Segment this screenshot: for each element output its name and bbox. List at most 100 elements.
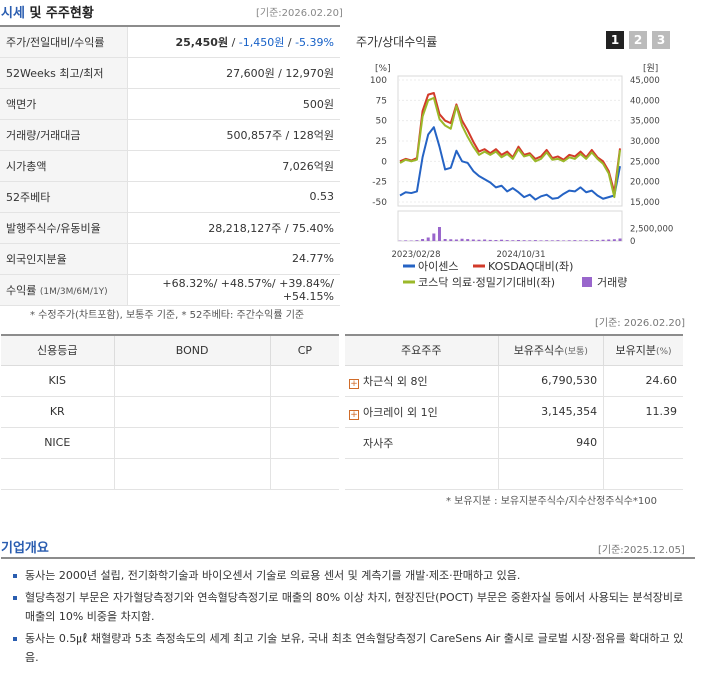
current-price: 25,450원 [175,35,229,49]
left-tick-label: -25 [372,178,387,188]
volume-bar [505,240,509,241]
rating-agency: KIS [1,365,115,397]
row-label: 거래량/거래대금 [0,119,128,151]
list-item: 혈당측정기 부문은 자가혈당측정기와 연속혈당측정기로 매출의 80% 이상 차… [11,588,685,626]
volume-bar [528,240,532,241]
volume-bar [567,240,571,241]
legend-label: 코스닥 의료·정밀기기대비(좌) [418,276,555,289]
legend-label: KOSDAQ대비(좌) [488,260,573,273]
volume-bar [449,239,453,241]
credit-rating-table: 신용등급 BOND CP KIS KR NICE [1,334,339,490]
chart-tab-2[interactable]: 2 [629,31,647,49]
volume-bar [595,240,599,241]
right-tick-label: 30,000 [630,137,660,147]
table-row: 52Weeks 최고/최저 27,600원 / 12,970원 [0,57,340,89]
left-axis-unit: [%] [375,64,391,74]
row-value: 24.77% [127,243,340,275]
row-label: 52Weeks 최고/최저 [0,57,128,89]
table-row: KR [1,396,339,428]
table-row [1,458,339,490]
row-label: 시가총액 [0,150,128,182]
holder-pct [603,427,683,459]
volume-bar [516,240,520,241]
volume-bar [421,239,425,241]
series-line [399,126,621,201]
expand-icon[interactable]: + [349,378,359,389]
volume-bar [590,240,594,241]
volume-bar [584,240,588,241]
column-header: 주요주주 [345,334,499,366]
volume-bar [500,239,504,241]
holders-footnote: * 보유지분 : 보유지분주식수/지수산정주식수*100 [446,496,657,507]
volume-bar [460,238,464,241]
chart-tab-1[interactable]: 1 [606,31,624,49]
volume-bars [398,227,622,241]
legend-label: 거래량 [597,276,627,289]
row-value: 500원 [127,88,340,120]
quote-header: 시세 및 주주현황 [기준:2026.02.20] [0,0,345,22]
right-tick-label: 35,000 [630,117,660,127]
table-row[interactable]: + 아크레이 외 1인 3,145,354 11.39 [345,396,683,428]
table-header-row: 주요주주 보유주식수(보통) 보유지분(%) [345,334,683,366]
volume-bar [545,240,549,241]
volume-bar [466,239,470,241]
price-chart: [%] [원] 100 75 50 25 0 -25 -50 45,000 40,000 35,000… [370,63,673,289]
volume-bar [601,239,605,241]
table-row: NICE [1,427,339,459]
volume-bar [454,239,458,241]
x-tick-label: 2023/02/28 [392,250,441,260]
volume-bar [432,233,436,241]
volume-bar [443,239,447,241]
volume-bar [539,240,543,241]
right-tick-label: 15,000 [630,198,660,208]
volume-tick-label: 0 [630,237,635,247]
volume-bar [556,240,560,241]
volume-bar [522,240,526,241]
table-row: KIS [1,365,339,397]
row-label: 주가/전일대비/수익률 [0,25,128,58]
cp-rating [270,396,339,428]
list-item: 동사는 0.5㎕ 채혈량과 5초 측정속도의 세계 최고 기술 보유, 국내 최… [11,629,685,667]
company-base-date: [기준:2025.12.05] [598,545,685,556]
table-row: 자사주 940 [345,427,683,459]
row-label: 52주베타 [0,181,128,213]
row-label: 액면가 [0,88,128,120]
left-tick-label: 75 [376,96,387,106]
holder-shares: 6,790,530 [498,365,605,397]
left-tick-label: 50 [376,117,388,127]
holder-shares: 940 [498,427,605,459]
expand-icon[interactable]: + [349,409,359,420]
legend-swatch [582,277,592,287]
table-row[interactable]: + 차근식 외 8인 6,790,530 24.60 [345,365,683,397]
table-row: 거래량/거래대금 500,857주 / 128억원 [0,119,340,151]
holder-name[interactable]: + 아크레이 외 1인 [345,396,499,428]
bond-rating [114,365,271,397]
price-change-pct: -5.39% [295,35,334,49]
holder-name[interactable]: + 차근식 외 8인 [345,365,499,397]
row-label: 발행주식수/유동비율 [0,212,128,244]
volume-bar [404,240,408,241]
left-tick-label: 0 [381,157,387,167]
volume-bar [488,239,492,241]
table-row: 수익률 (1M/3M/6M/1Y) +68.32%/ +48.57%/ +39.… [0,274,340,306]
list-item: 동사는 2000년 설립, 전기화학기술과 바이오센서 기술로 의료용 센서 및… [11,566,685,585]
right-axis-unit: [원] [643,63,658,74]
series-line [399,96,621,199]
volume-bar [494,240,498,241]
x-tick-label: 2024/10/31 [497,250,546,260]
holder-name: 자사주 [345,427,499,459]
major-holders-table: 주요주주 보유주식수(보통) 보유지분(%) + 차근식 외 8인 6,790,5… [345,334,683,490]
volume-bar [562,240,566,241]
cp-rating [270,458,339,490]
holders-base-date: [기준: 2026.02.20] [595,318,686,329]
row-value: 27,600원 / 12,970원 [127,57,340,89]
rating-agency: KR [1,396,115,428]
return-values: +68.32%/ +48.57%/ +39.84%/ +54.15% [127,274,340,306]
chart-tab-3[interactable]: 3 [652,31,670,49]
volume-bar [415,240,419,241]
volume-bar [579,240,583,241]
chart-tabs: 1 2 3 [606,31,670,49]
chart-lines [399,92,621,201]
row-value: 500,857주 / 128억원 [127,119,340,151]
table-row: 발행주식수/유동비율 28,218,127주 / 75.40% [0,212,340,244]
